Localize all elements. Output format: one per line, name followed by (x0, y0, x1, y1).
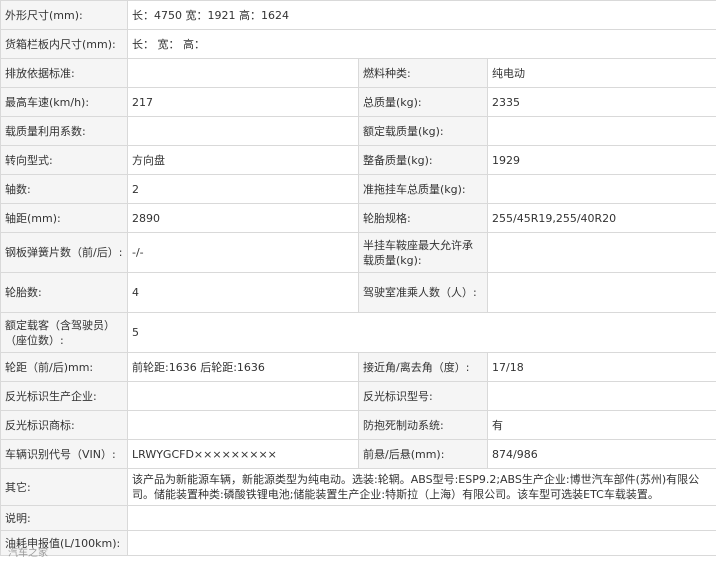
field-value: -/- (127, 232, 359, 273)
field-label: 前悬/后悬(mm): (358, 439, 488, 469)
table-row: 额定载客（含驾驶员）（座位数）: 5 (0, 312, 716, 353)
table-row: 轮胎数: 4 驾驶室准乘人数（人）: (0, 272, 716, 313)
field-label: 最高车速(km/h): (0, 87, 128, 117)
field-value (487, 272, 716, 313)
field-value: 1929 (487, 145, 716, 175)
field-label: 说明: (0, 505, 128, 531)
field-value (127, 505, 716, 531)
field-value: 2 (127, 174, 359, 204)
field-label: 转向型式: (0, 145, 128, 175)
table-row: 车辆识别代号（VIN）: LRWYGCFD××××××××× 前悬/后悬(mm)… (0, 439, 716, 469)
table-row: 外形尺寸(mm): 长：4750 宽：1921 高：1624 (0, 0, 716, 30)
field-label: 反光标识型号: (358, 381, 488, 411)
field-label: 其它: (0, 468, 128, 506)
table-row: 转向型式: 方向盘 整备质量(kg): 1929 (0, 145, 716, 175)
table-row: 轮距（前/后)mm: 前轮距:1636 后轮距:1636 接近角/离去角（度）:… (0, 352, 716, 382)
field-label: 额定载客（含驾驶员）（座位数）: (0, 312, 128, 353)
field-label: 反光标识生产企业: (0, 381, 128, 411)
table-row: 说明: (0, 505, 716, 531)
table-row: 油耗申报值(L/100km): (0, 530, 716, 556)
field-value: LRWYGCFD××××××××× (127, 439, 359, 469)
field-label: 燃料种类: (358, 58, 488, 88)
table-row: 其它: 该产品为新能源车辆，新能源类型为纯电动。选装:轮辋。ABS型号:ESP9… (0, 468, 716, 506)
vehicle-spec-table: 外形尺寸(mm): 长：4750 宽：1921 高：1624 货箱栏板内尺寸(m… (0, 0, 716, 556)
table-row: 货箱栏板内尺寸(mm): 长： 宽： 高： (0, 29, 716, 59)
field-value (487, 381, 716, 411)
field-label: 防抱死制动系统: (358, 410, 488, 440)
field-value (487, 232, 716, 273)
field-value: 有 (487, 410, 716, 440)
field-value: 255/45R19,255/40R20 (487, 203, 716, 233)
field-label: 车辆识别代号（VIN）: (0, 439, 128, 469)
field-label: 排放依据标准: (0, 58, 128, 88)
field-label: 轮距（前/后)mm: (0, 352, 128, 382)
table-row: 反光标识生产企业: 反光标识型号: (0, 381, 716, 411)
field-label: 轮胎规格: (358, 203, 488, 233)
field-value: 217 (127, 87, 359, 117)
table-row: 最高车速(km/h): 217 总质量(kg): 2335 (0, 87, 716, 117)
field-label: 接近角/离去角（度）: (358, 352, 488, 382)
field-value: 2890 (127, 203, 359, 233)
field-value: 方向盘 (127, 145, 359, 175)
field-label: 驾驶室准乘人数（人）: (358, 272, 488, 313)
table-row: 钢板弹簧片数（前/后）: -/- 半挂车鞍座最大允许承载质量(kg): (0, 232, 716, 273)
field-label: 载质量利用系数: (0, 116, 128, 146)
field-label: 外形尺寸(mm): (0, 0, 128, 30)
field-value (127, 116, 359, 146)
table-row: 排放依据标准: 燃料种类: 纯电动 (0, 58, 716, 88)
field-label: 反光标识商标: (0, 410, 128, 440)
table-row: 载质量利用系数: 额定载质量(kg): (0, 116, 716, 146)
field-value: 874/986 (487, 439, 716, 469)
field-value: 纯电动 (487, 58, 716, 88)
field-value (127, 410, 359, 440)
field-value (487, 174, 716, 204)
field-value: 前轮距:1636 后轮距:1636 (127, 352, 359, 382)
table-row: 轴数: 2 准拖挂车总质量(kg): (0, 174, 716, 204)
field-label: 钢板弹簧片数（前/后）: (0, 232, 128, 273)
field-value: 5 (127, 312, 716, 353)
field-label: 轮胎数: (0, 272, 128, 313)
table-row: 反光标识商标: 防抱死制动系统: 有 (0, 410, 716, 440)
watermark: 汽车之家 (8, 548, 48, 559)
field-label: 半挂车鞍座最大允许承载质量(kg): (358, 232, 488, 273)
field-value: 长：4750 宽：1921 高：1624 (127, 0, 716, 30)
field-label: 轴距(mm): (0, 203, 128, 233)
field-value: 长： 宽： 高： (127, 29, 716, 59)
field-label: 轴数: (0, 174, 128, 204)
field-value (487, 116, 716, 146)
field-label: 货箱栏板内尺寸(mm): (0, 29, 128, 59)
field-value: 17/18 (487, 352, 716, 382)
field-value (127, 530, 716, 556)
field-label: 额定载质量(kg): (358, 116, 488, 146)
field-value: 2335 (487, 87, 716, 117)
field-value: 4 (127, 272, 359, 313)
field-value (127, 381, 359, 411)
table-row: 轴距(mm): 2890 轮胎规格: 255/45R19,255/40R20 (0, 203, 716, 233)
field-label: 整备质量(kg): (358, 145, 488, 175)
field-value (127, 58, 359, 88)
field-label: 总质量(kg): (358, 87, 488, 117)
field-label: 准拖挂车总质量(kg): (358, 174, 488, 204)
field-value: 该产品为新能源车辆，新能源类型为纯电动。选装:轮辋。ABS型号:ESP9.2;A… (127, 468, 716, 506)
